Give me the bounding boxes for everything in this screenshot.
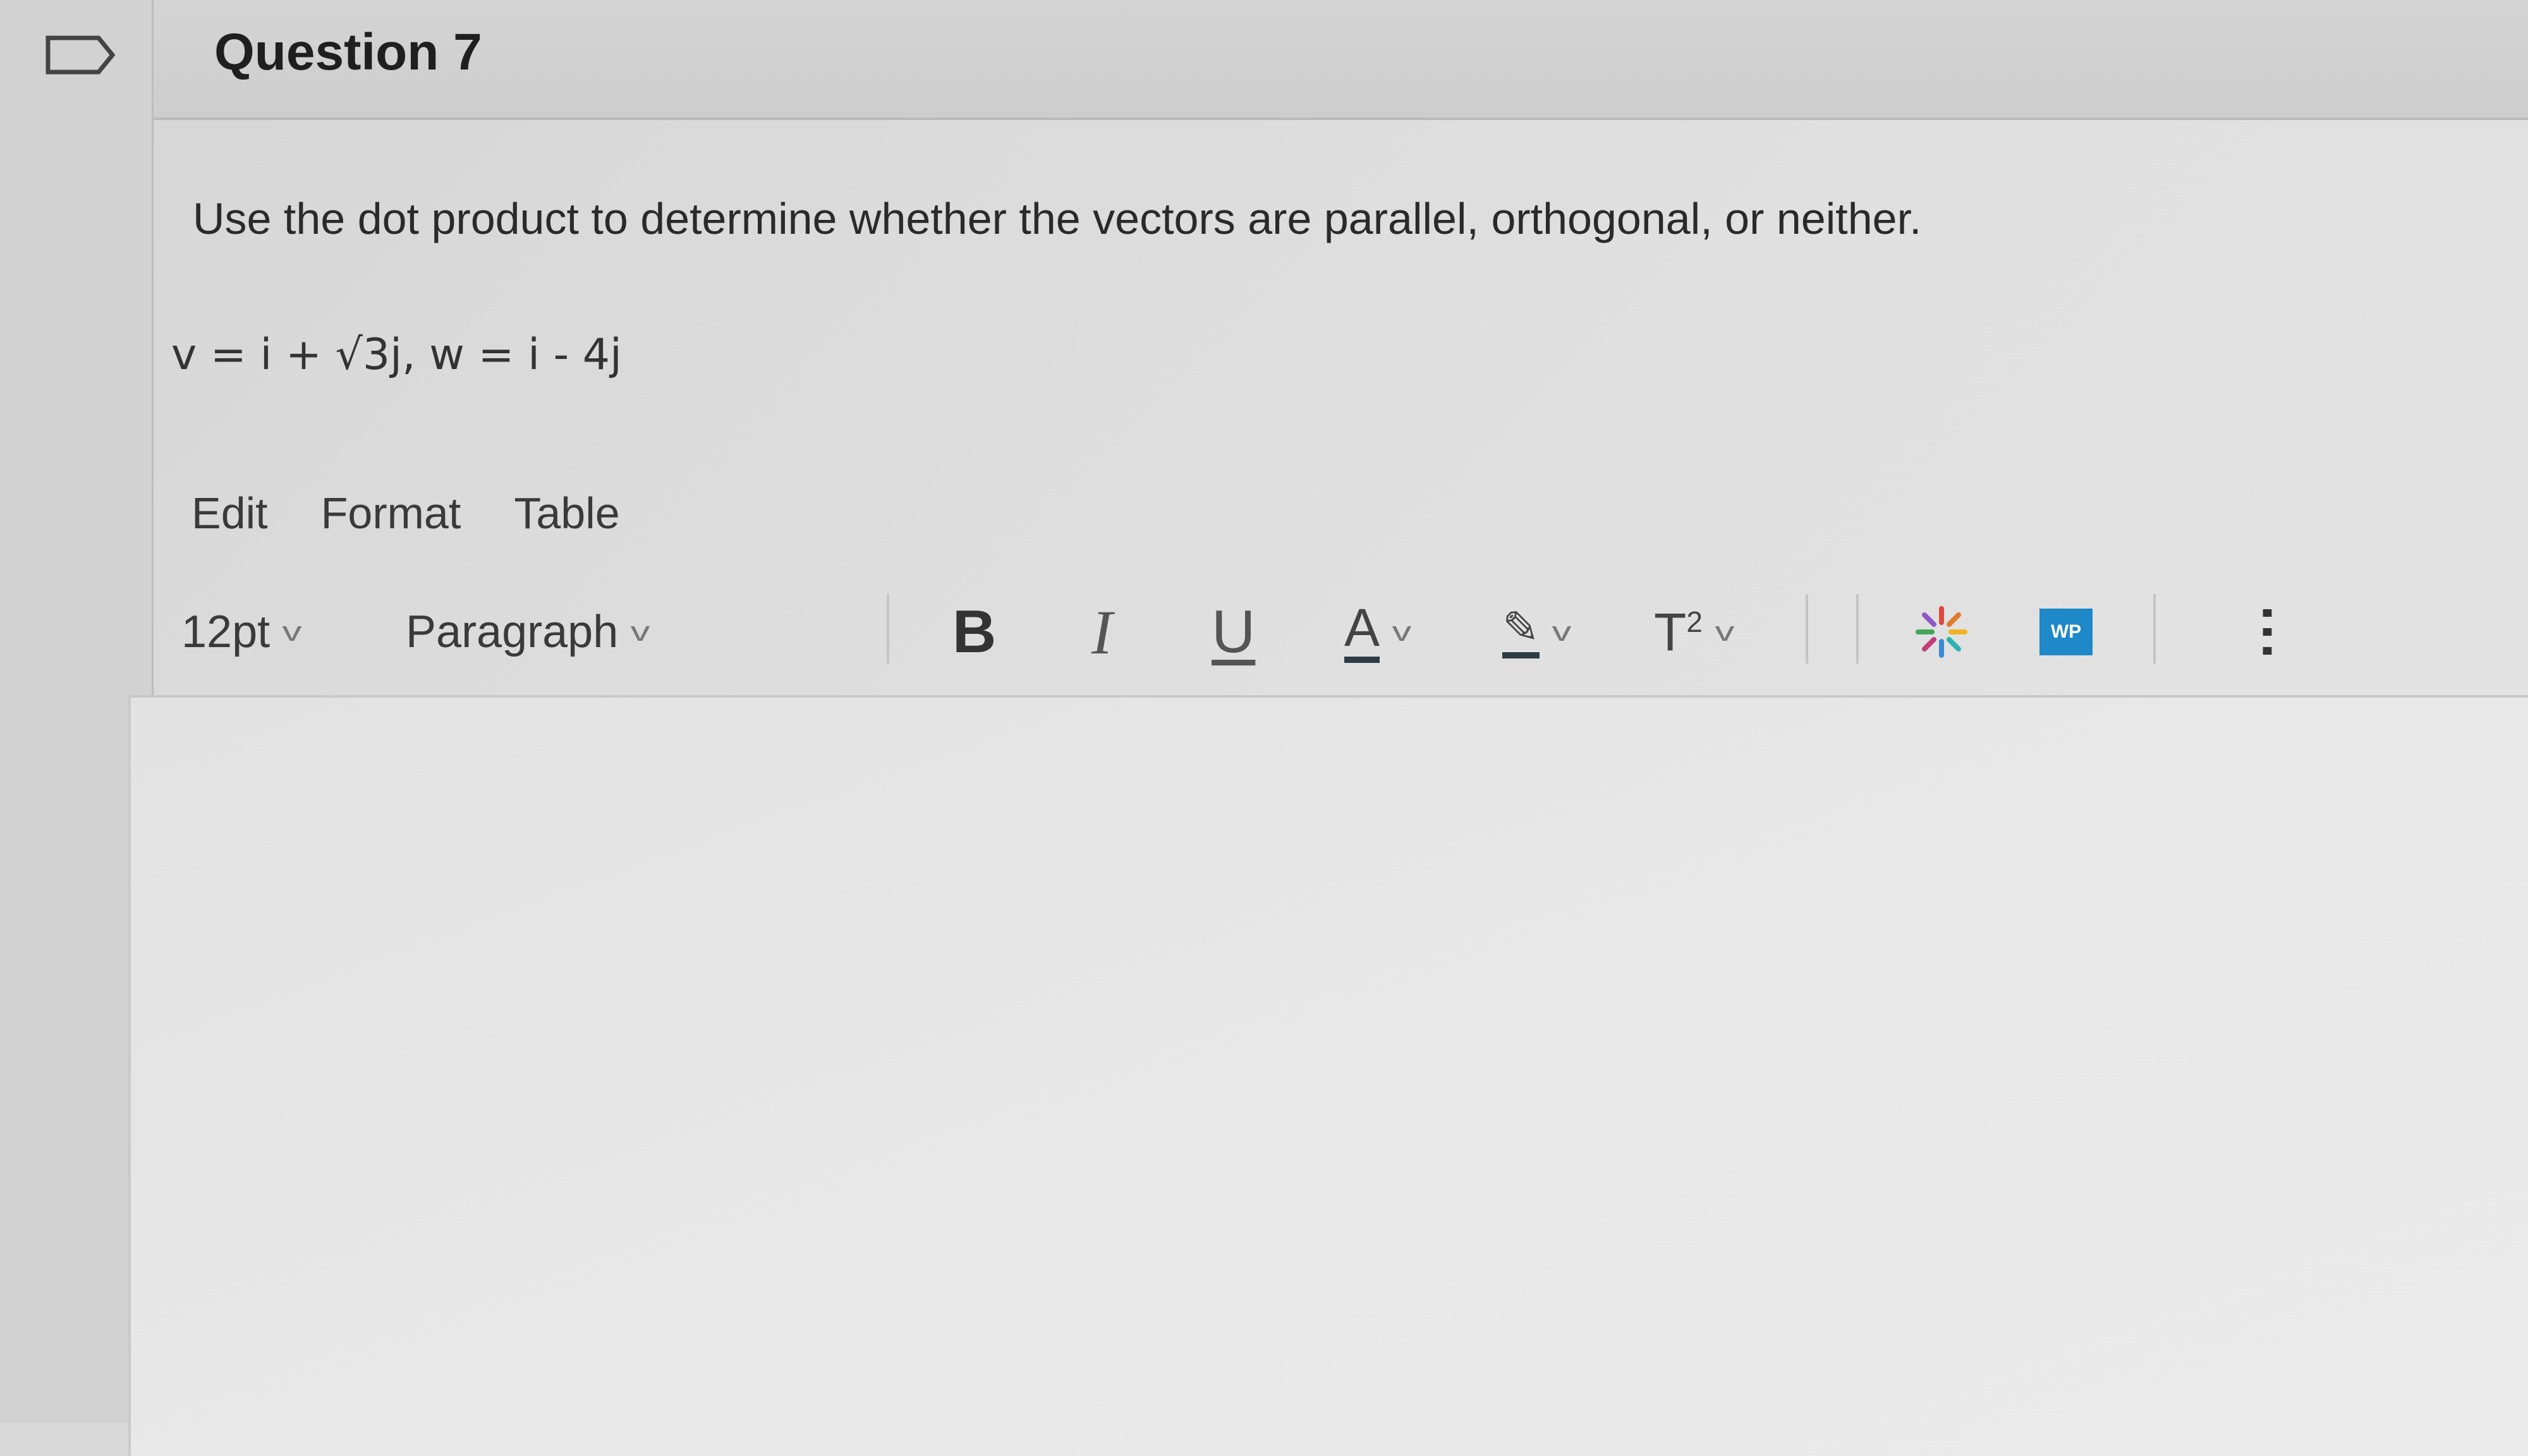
superscript-icon: T2 bbox=[1654, 602, 1703, 663]
toolbar-divider bbox=[1856, 594, 1859, 664]
toolbar-divider bbox=[887, 594, 889, 664]
question-prompt: Use the dot product to determine whether… bbox=[193, 194, 1922, 243]
chevron-down-icon: v bbox=[630, 616, 650, 647]
text-color-icon: A bbox=[1344, 601, 1380, 663]
question-header: Question 7 bbox=[154, 0, 2528, 120]
highlight-color-button[interactable]: ✎ v bbox=[1502, 588, 1572, 676]
font-size-value: 12pt bbox=[181, 607, 270, 657]
block-format-select[interactable]: Paragraph v bbox=[406, 588, 650, 676]
text-color-button[interactable]: A v bbox=[1344, 588, 1412, 676]
block-format-value: Paragraph bbox=[406, 607, 619, 657]
menu-edit[interactable]: Edit bbox=[191, 488, 268, 545]
flag-question-icon[interactable] bbox=[46, 35, 115, 75]
superscript-mark: 2 bbox=[1686, 605, 1703, 638]
underline-button[interactable]: U bbox=[1212, 588, 1255, 676]
wp-tool-button[interactable]: WP bbox=[2039, 588, 2093, 676]
highlighter-icon: ✎ bbox=[1502, 605, 1540, 658]
superscript-letter: T bbox=[1654, 602, 1687, 662]
italic-button[interactable]: I bbox=[1091, 588, 1112, 676]
bold-button[interactable]: B bbox=[952, 588, 996, 676]
menu-table[interactable]: Table bbox=[514, 488, 619, 545]
chevron-down-icon: v bbox=[1392, 616, 1412, 647]
font-size-select[interactable]: 12pt v bbox=[181, 588, 302, 676]
question-card: Question 7 Use the dot product to determ… bbox=[128, 0, 2528, 1456]
editor-menubar: Edit Format Table bbox=[191, 488, 620, 545]
more-options-button[interactable]: ⋯ bbox=[2235, 588, 2302, 676]
wp-icon: WP bbox=[2039, 609, 2093, 655]
editor-toolbar: 12pt v Paragraph v B I U A v ✎ v T2 v WP… bbox=[181, 588, 2507, 676]
question-equation: v = i + √3j, w = i - 4j bbox=[171, 330, 622, 380]
toolbar-divider bbox=[2153, 594, 2156, 664]
chevron-down-icon: v bbox=[1715, 616, 1735, 647]
chevron-down-icon: v bbox=[1552, 616, 1572, 647]
rich-text-editor-area[interactable] bbox=[128, 695, 2528, 1456]
apps-sparkle-icon bbox=[1916, 606, 1967, 658]
superscript-button[interactable]: T2 v bbox=[1654, 588, 1735, 676]
chevron-down-icon: v bbox=[282, 616, 302, 647]
apps-button[interactable] bbox=[1913, 588, 1970, 676]
kebab-menu-icon: ⋯ bbox=[2237, 604, 2300, 660]
question-title: Question 7 bbox=[214, 23, 482, 81]
toolbar-divider bbox=[1806, 594, 1808, 664]
menu-format[interactable]: Format bbox=[321, 488, 461, 545]
underline-icon: U bbox=[1212, 598, 1256, 665]
